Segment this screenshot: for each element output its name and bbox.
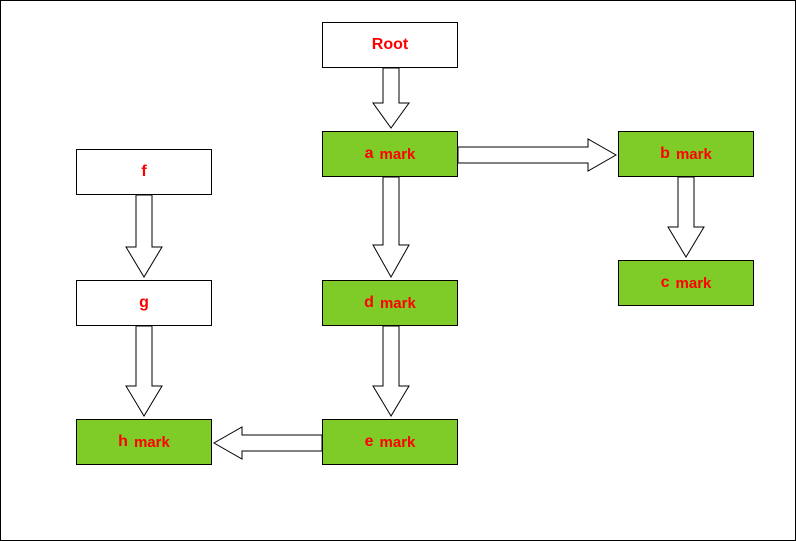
arrow-f-to-g — [124, 195, 164, 280]
node-h: h mark — [76, 419, 212, 465]
node-c-mark: mark — [676, 275, 712, 292]
arrow-a-to-d — [371, 177, 411, 280]
node-a-label: a — [365, 145, 374, 163]
arrow-d-to-e — [371, 326, 411, 419]
node-b-mark: mark — [676, 146, 712, 163]
node-a-mark: mark — [380, 146, 416, 163]
node-e: e mark — [322, 419, 458, 465]
node-d: d mark — [322, 280, 458, 326]
node-h-label: h — [118, 433, 128, 451]
node-a: a mark — [322, 131, 458, 177]
arrow-g-to-h — [124, 326, 164, 419]
node-d-mark: mark — [380, 295, 416, 312]
node-c: c mark — [618, 260, 754, 306]
node-f: f — [76, 149, 212, 195]
node-b-label: b — [660, 145, 670, 163]
node-d-label: d — [364, 294, 374, 312]
arrow-root-to-a — [371, 68, 411, 131]
arrow-a-to-b — [458, 138, 618, 172]
arrow-e-to-h — [212, 426, 322, 460]
node-root: Root — [322, 22, 458, 68]
node-e-mark: mark — [380, 434, 416, 451]
node-b: b mark — [618, 131, 754, 177]
arrow-b-to-c — [666, 177, 706, 260]
node-g-label: g — [139, 294, 149, 312]
node-e-label: e — [365, 433, 374, 451]
node-h-mark: mark — [134, 434, 170, 451]
node-c-label: c — [661, 274, 670, 292]
node-root-label: Root — [372, 36, 408, 54]
node-f-label: f — [141, 163, 146, 181]
node-g: g — [76, 280, 212, 326]
